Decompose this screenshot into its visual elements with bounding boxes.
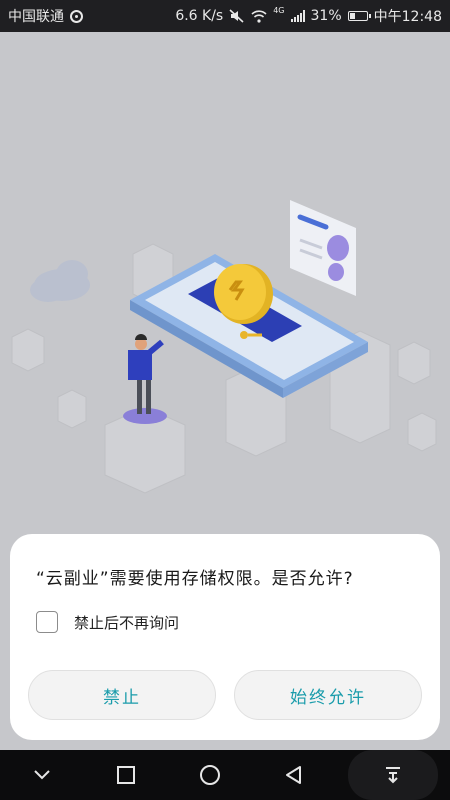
dont-ask-again-label[interactable]: 禁止后不再询问 — [74, 612, 179, 633]
back-icon[interactable] — [264, 750, 324, 800]
permission-dialog: “云副业”需要使用存储权限。是否允许? 禁止后不再询问 禁止 始终允许 — [10, 534, 440, 740]
status-right: 6.6 K/s 4G 31% 中午12:48 — [175, 6, 442, 26]
dont-ask-again-row[interactable]: 禁止后不再询问 — [36, 611, 414, 633]
battery-icon — [347, 11, 371, 21]
battery-percent: 31% — [310, 8, 342, 24]
dialog-title: “云副业”需要使用存储权限。是否允许? — [36, 569, 354, 589]
status-left: 中国联通 — [8, 6, 83, 26]
dialog-buttons: 禁止 始终允许 — [28, 670, 422, 720]
cloud-icon — [30, 260, 90, 302]
wifi-icon — [251, 9, 267, 23]
network-type: 4G — [273, 6, 285, 15]
home-icon[interactable] — [180, 750, 240, 800]
chevron-down-icon[interactable] — [12, 750, 72, 800]
mute-icon — [229, 9, 245, 23]
background-illustration — [0, 32, 450, 532]
notification-pull-icon[interactable] — [348, 750, 438, 800]
profile-card-illustration — [290, 200, 356, 296]
status-bar: 中国联通 6.6 K/s 4G 31% 中午12:48 — [0, 0, 450, 32]
navigation-bar — [0, 750, 450, 800]
carrier-name: 中国联通 — [8, 9, 64, 25]
clock: 中午12:48 — [373, 9, 442, 25]
always-allow-button[interactable]: 始终允许 — [234, 670, 422, 720]
signal-icon — [290, 10, 305, 22]
dont-ask-again-checkbox[interactable] — [36, 611, 58, 633]
carrier-logo-icon — [70, 9, 83, 23]
network-speed: 6.6 K/s — [175, 8, 224, 24]
person-illustration — [123, 334, 167, 424]
recent-apps-icon[interactable] — [96, 750, 156, 800]
deny-button[interactable]: 禁止 — [28, 670, 216, 720]
